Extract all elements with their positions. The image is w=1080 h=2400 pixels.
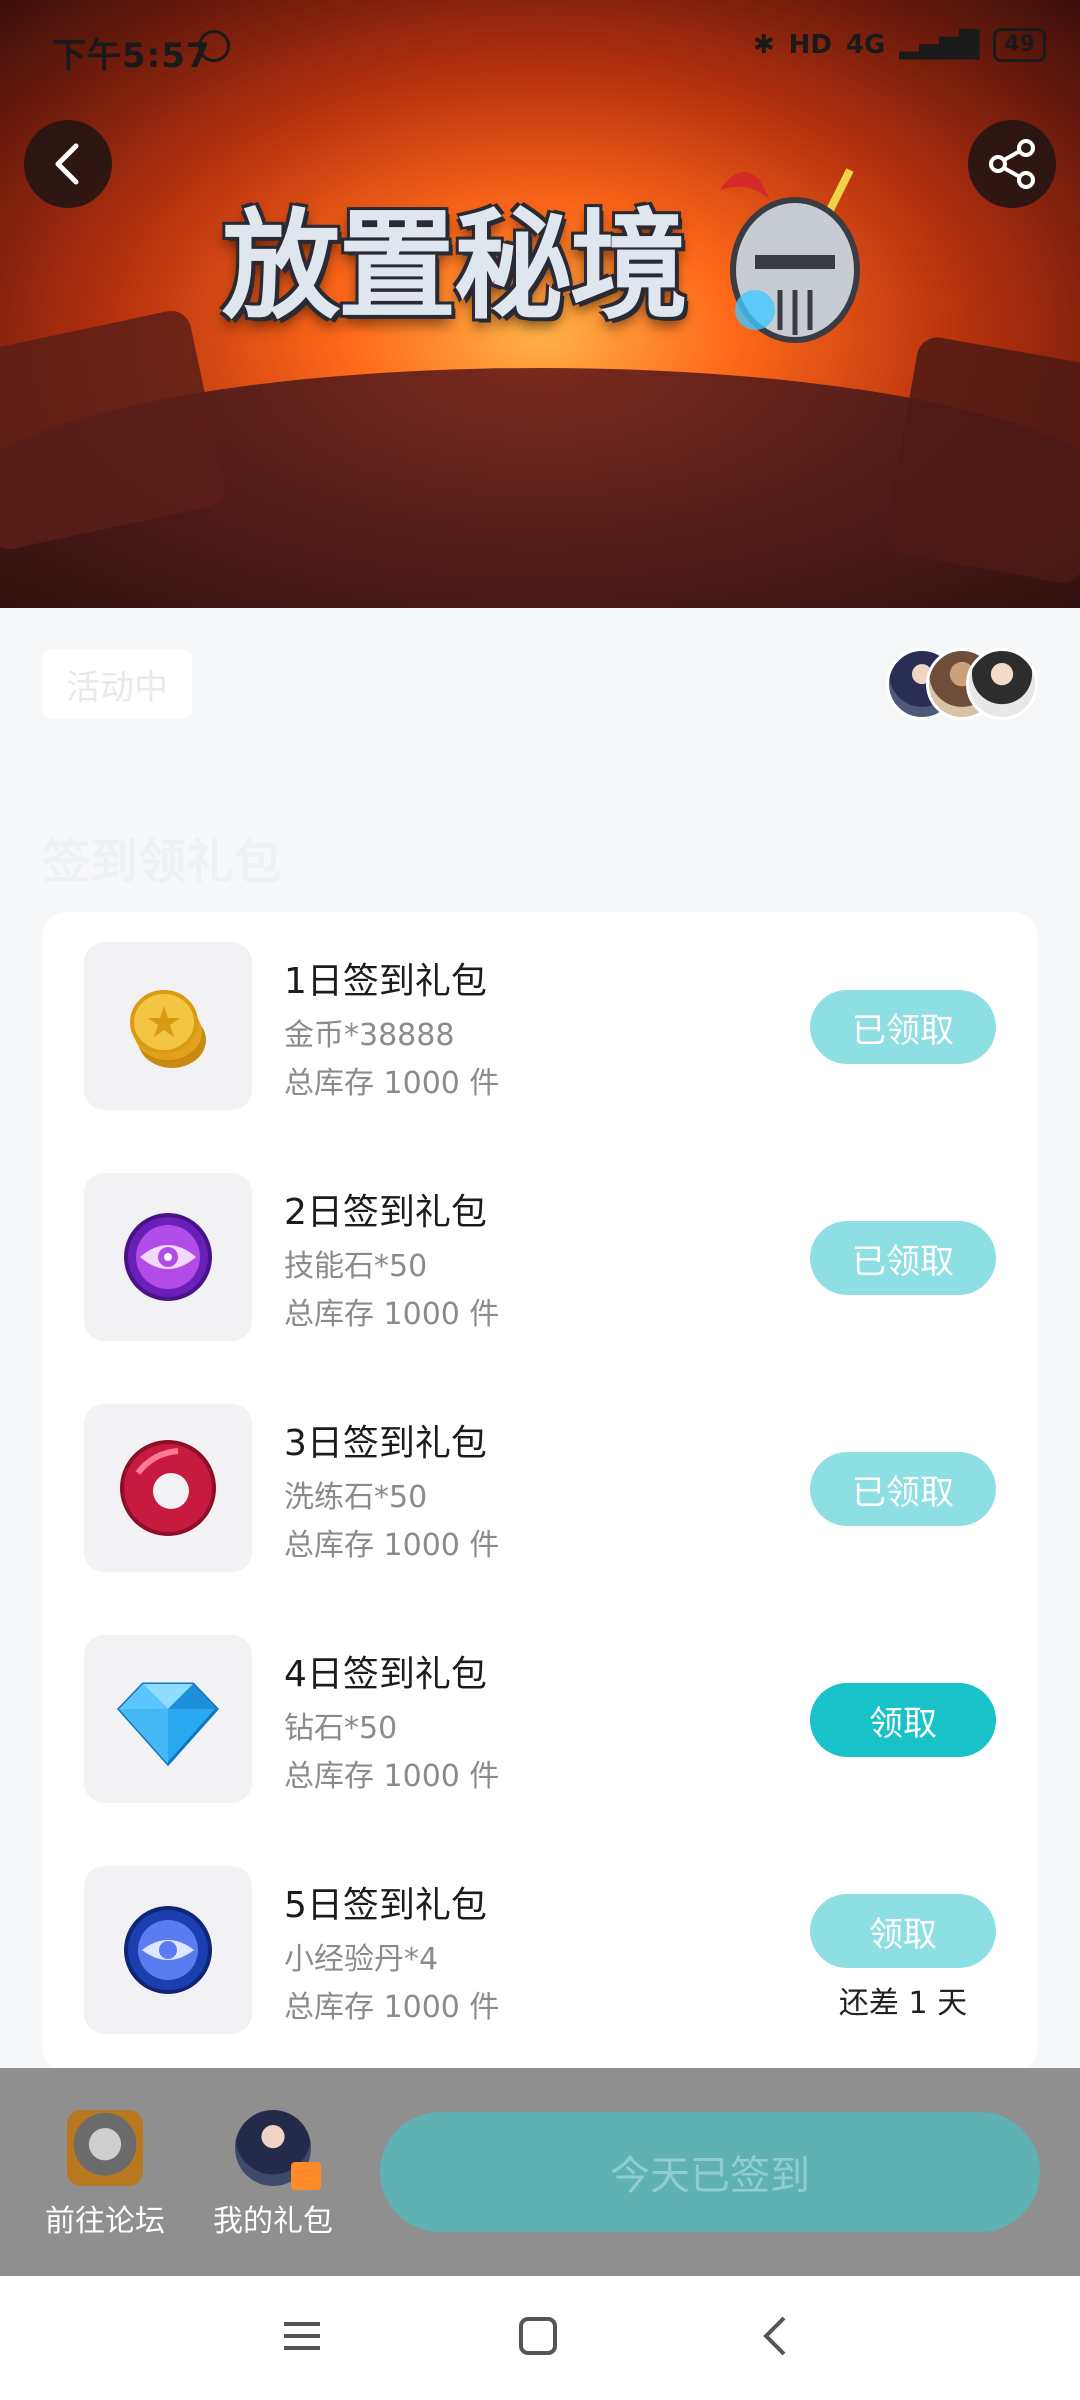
- status-bar: 下午5:57 ✱ HD 4G ▂▄▆█ 49: [0, 0, 1080, 96]
- coin-icon: [130, 990, 206, 1068]
- alarm-icon: [198, 30, 230, 62]
- battery-icon: 49: [993, 28, 1046, 62]
- menu-icon[interactable]: [282, 2316, 322, 2356]
- my-gifts-label: 我的礼包: [213, 2204, 333, 2239]
- section-title: 签到领礼包: [42, 834, 283, 890]
- participant-avatars[interactable]: [886, 648, 1038, 720]
- gift-name: 1日签到礼包: [284, 961, 487, 1002]
- gift-desc: 钻石*50: [284, 1711, 398, 1746]
- claim-button-locked[interactable]: 领取: [810, 1894, 996, 1968]
- share-icon: [989, 139, 1035, 189]
- list-item: 4日签到礼包 钻石*50 总库存 1000 件 领取: [42, 1635, 1038, 1805]
- status-time: 下午5:57: [52, 36, 211, 76]
- gift-thumbnail: [84, 1866, 252, 2034]
- game-title: 放置秘境: [222, 195, 688, 335]
- share-button[interactable]: [968, 120, 1056, 208]
- list-item: 1日签到礼包 金币*38888 总库存 1000 件 已领取: [42, 942, 1038, 1112]
- skill-stone-icon: [124, 1213, 212, 1301]
- gift-name: 4日签到礼包: [284, 1654, 487, 1695]
- gift-name: 2日签到礼包: [284, 1192, 487, 1233]
- gift-stock: 总库存 1000 件: [284, 1990, 500, 2025]
- avatar: [966, 648, 1038, 720]
- my-gifts-entry[interactable]: 我的礼包: [208, 2110, 338, 2240]
- gift-name: 5日签到礼包: [284, 1885, 487, 1926]
- gift-thumbnail: [84, 1635, 252, 1803]
- game-banner: 下午5:57 ✱ HD 4G ▂▄▆█ 49 放置秘境: [0, 0, 1080, 608]
- forum-label: 前往论坛: [45, 2204, 165, 2239]
- gift-avatar-icon: [235, 2110, 321, 2190]
- claim-button[interactable]: 领取: [810, 1683, 996, 1757]
- banner-rock-right: [882, 334, 1080, 586]
- signed-today-button[interactable]: 今天已签到: [380, 2112, 1040, 2232]
- back-button[interactable]: [24, 120, 112, 208]
- claimed-button[interactable]: 已领取: [810, 1221, 996, 1295]
- gift-desc: 金币*38888: [284, 1018, 455, 1053]
- gift-stock: 总库存 1000 件: [284, 1759, 500, 1794]
- gift-desc: 技能石*50: [284, 1249, 428, 1284]
- back-nav-icon[interactable]: [756, 2316, 796, 2356]
- gift-thumbnail: [84, 1404, 252, 1572]
- knight-helmet-icon: [720, 168, 860, 343]
- exp-pill-icon: [124, 1906, 212, 1994]
- hd-icon: HD: [788, 30, 832, 60]
- list-item: 5日签到礼包 小经验丹*4 总库存 1000 件 领取 还差 1 天: [42, 1866, 1038, 2036]
- forum-entry[interactable]: 前往论坛: [40, 2110, 170, 2240]
- days-remaining-text: 还差 1 天: [838, 1986, 968, 2021]
- signal-icon: ▂▄▆█: [899, 30, 980, 60]
- gift-desc: 洗练石*50: [284, 1480, 428, 1515]
- gift-stock: 总库存 1000 件: [284, 1528, 500, 1563]
- refine-stone-icon: [120, 1440, 216, 1536]
- gift-desc: 小经验丹*4: [284, 1942, 439, 1977]
- gift-stock: 总库存 1000 件: [284, 1297, 500, 1332]
- game-avatar-icon: [67, 2110, 143, 2186]
- gift-name: 3日签到礼包: [284, 1423, 487, 1464]
- diamond-icon: [116, 1682, 220, 1767]
- bluetooth-icon: ✱: [752, 30, 775, 60]
- status-right: ✱ HD 4G ▂▄▆█ 49: [753, 28, 1046, 62]
- gift-thumbnail: [84, 942, 252, 1110]
- claimed-button[interactable]: 已领取: [810, 990, 996, 1064]
- gift-thumbnail: [84, 1173, 252, 1341]
- list-item: 3日签到礼包 洗练石*50 总库存 1000 件 已领取: [42, 1404, 1038, 1574]
- system-nav-bar: [0, 2276, 1080, 2400]
- activity-status-badge: 活动中: [42, 650, 192, 718]
- gift-stock: 总库存 1000 件: [284, 1066, 500, 1101]
- claimed-button[interactable]: 已领取: [810, 1452, 996, 1526]
- bottom-action-bar: 前往论坛 我的礼包 今天已签到: [0, 2068, 1080, 2276]
- home-icon[interactable]: [518, 2316, 558, 2356]
- chevron-left-icon: [55, 143, 79, 185]
- network-label: 4G: [845, 30, 886, 60]
- list-item: 2日签到礼包 技能石*50 总库存 1000 件 已领取: [42, 1173, 1038, 1343]
